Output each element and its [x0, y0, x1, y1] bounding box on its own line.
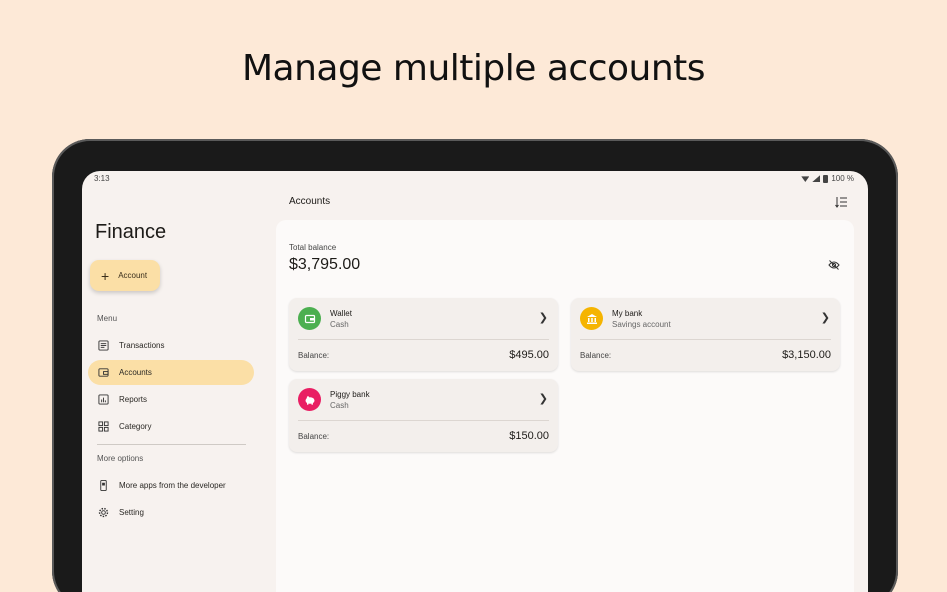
chart-icon [98, 394, 109, 405]
chevron-right-icon: ❯ [538, 312, 548, 324]
menu-divider [97, 444, 246, 445]
battery-percent: 100 % [831, 174, 854, 183]
nav-label: More apps from the developer [119, 481, 226, 490]
headline: Manage multiple accounts [241, 48, 706, 89]
bank-icon [580, 307, 603, 330]
account-name: My bank [612, 309, 643, 318]
nav-item-reports[interactable]: Reports [88, 387, 254, 412]
sort-icon[interactable] [835, 196, 848, 208]
balance-label: Balance: [298, 432, 330, 441]
wallet-icon [298, 307, 321, 330]
account-type: Savings account [612, 320, 671, 329]
app-screen: 3:13 100 % Finance + Account Menu Transa… [82, 171, 868, 592]
nav-item-more-apps[interactable]: More apps from the developer [88, 473, 254, 498]
balance-value: $495.00 [509, 349, 549, 361]
nav-item-transactions[interactable]: Transactions [88, 333, 254, 358]
gear-icon [98, 507, 109, 518]
nav-label: Category [119, 422, 152, 431]
balance-value: $3,150.00 [782, 349, 831, 361]
account-card-wallet[interactable]: Wallet Cash ❯ Balance: $495.00 [289, 298, 558, 371]
nav-label: Setting [119, 508, 144, 517]
nav-label: Transactions [119, 341, 165, 350]
add-account-label: Account [118, 271, 148, 280]
signal-icon [812, 175, 821, 182]
nav-item-category[interactable]: Category [88, 414, 254, 439]
grid-icon [98, 421, 109, 432]
menu-section-label: Menu [97, 314, 118, 323]
piggy-bank-icon [298, 388, 321, 411]
balance-label: Balance: [580, 351, 612, 360]
balance-label: Balance: [298, 351, 330, 360]
total-balance-label: Total balance [289, 243, 337, 252]
account-type: Cash [330, 401, 349, 410]
wallet-icon [98, 367, 109, 378]
nav-item-accounts[interactable]: Accounts [88, 360, 254, 385]
balance-value: $150.00 [509, 430, 549, 442]
nav-item-setting[interactable]: Setting [88, 500, 254, 525]
chevron-right-icon: ❯ [820, 312, 830, 324]
app-title: Finance [95, 221, 167, 243]
account-name: Wallet [330, 309, 352, 318]
card-divider [298, 420, 549, 421]
account-name: Piggy bank [330, 390, 370, 399]
accounts-panel: Total balance $3,795.00 Wallet Cash ❯ Ba… [276, 220, 854, 592]
status-bar: 3:13 100 % [82, 171, 868, 187]
nav-label: Accounts [119, 368, 152, 377]
account-card-piggy-bank[interactable]: Piggy bank Cash ❯ Balance: $150.00 [289, 379, 558, 452]
card-divider [298, 339, 549, 340]
card-divider [580, 339, 831, 340]
page-title: Accounts [289, 196, 331, 207]
chevron-right-icon: ❯ [538, 393, 548, 405]
total-balance-value: $3,795.00 [289, 256, 361, 273]
navigation-drawer: Finance + Account Menu Transactions Acco… [82, 187, 275, 592]
account-type: Cash [330, 320, 349, 329]
battery-icon [823, 174, 829, 183]
plus-icon: + [101, 267, 110, 284]
hide-balance-icon[interactable] [828, 260, 840, 270]
wifi-icon [801, 176, 810, 182]
status-icons: 100 % [801, 174, 854, 183]
more-options-label: More options [97, 454, 144, 463]
nav-label: Reports [119, 395, 148, 404]
add-account-button[interactable]: + Account [90, 260, 160, 291]
status-time: 3:13 [94, 174, 110, 183]
account-card-my-bank[interactable]: My bank Savings account ❯ Balance: $3,15… [571, 298, 840, 371]
phone-icon [98, 480, 109, 491]
list-icon [98, 340, 109, 351]
